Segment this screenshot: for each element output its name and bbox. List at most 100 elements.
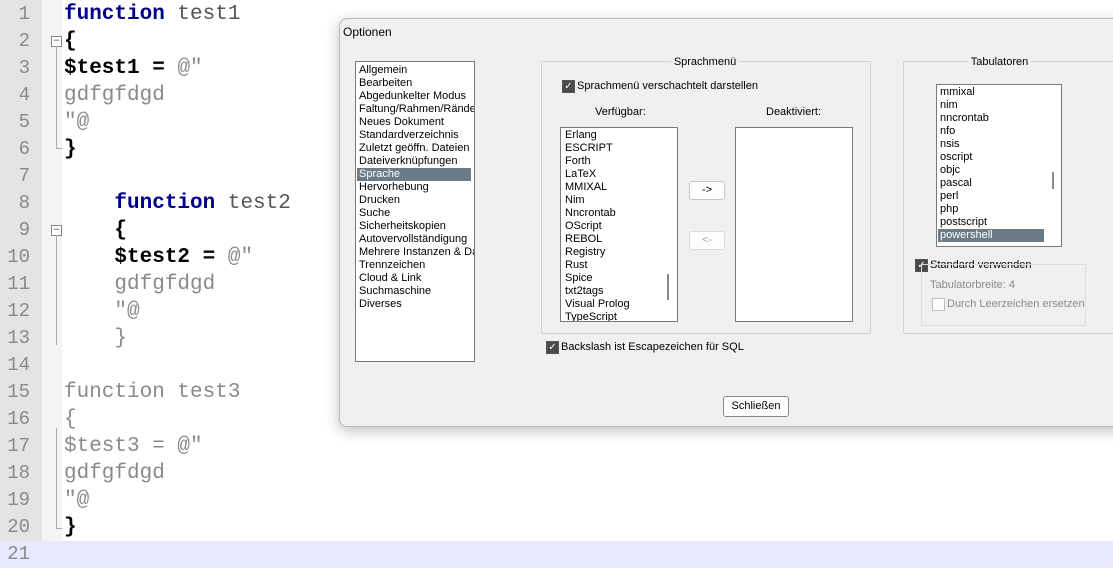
tabulators-group-title: Tabulatoren	[967, 56, 1032, 68]
backslash-escape-checkbox[interactable]: ✓	[546, 341, 559, 354]
tab-language-item[interactable]: mmixal	[938, 86, 1061, 99]
tab-language-item[interactable]: nfo	[938, 125, 1061, 138]
available-language-item[interactable]: Nncrontab	[563, 207, 677, 220]
available-language-item[interactable]: txt2tags	[563, 285, 677, 298]
dialog-title: Optionen	[343, 25, 392, 39]
tab-language-item[interactable]: pascal	[938, 177, 1061, 190]
fold-range-line	[56, 46, 57, 148]
line-number: 13	[7, 327, 30, 349]
code-text: {	[64, 28, 77, 55]
code-line[interactable]: 21	[0, 541, 1113, 568]
available-language-item[interactable]: Forth	[563, 155, 677, 168]
line-number: 9	[18, 219, 30, 241]
code-token: }	[64, 327, 128, 350]
category-list[interactable]: Allgemein Bearbeiten Abgedunkelter Modus Fa…	[355, 61, 475, 362]
available-language-item[interactable]: REBOL	[563, 233, 677, 246]
code-token: "@	[64, 489, 90, 512]
category-item[interactable]: Zuletzt geöffn. Dateien	[357, 142, 474, 155]
tab-language-item[interactable]: nncrontab	[938, 112, 1061, 125]
category-item[interactable]: Standardverzeichnis	[357, 129, 474, 142]
tab-language-item[interactable]: perl	[938, 190, 1061, 203]
category-item[interactable]: Sicherheitskopien	[357, 220, 474, 233]
code-token: @"	[227, 246, 254, 269]
scrollbar-thumb[interactable]	[1052, 172, 1054, 189]
available-language-item[interactable]: Spice	[563, 272, 677, 285]
category-item[interactable]: Mehrere Instanzen & Datum	[357, 246, 474, 259]
move-to-available-button[interactable]: <-	[689, 231, 725, 250]
code-line[interactable]: 20}	[0, 514, 1113, 541]
category-item[interactable]: Abgedunkelter Modus	[357, 90, 474, 103]
tab-language-item[interactable]: nim	[938, 99, 1061, 112]
category-item[interactable]: Sprache	[357, 168, 471, 181]
available-language-item[interactable]: OScript	[563, 220, 677, 233]
available-label: Verfügbar:	[595, 106, 646, 118]
code-token: }	[64, 138, 77, 161]
code-text: "@	[64, 487, 89, 514]
tab-language-item[interactable]: oscript	[938, 151, 1061, 164]
code-text: gdfgfdgd	[64, 271, 215, 298]
scrollbar-thumb[interactable]	[667, 274, 669, 300]
backslash-escape-label: Backslash ist Escapezeichen für SQL	[561, 341, 744, 353]
code-line[interactable]: 19 "@	[0, 487, 1113, 514]
category-item[interactable]: Autovervollständigung	[357, 233, 474, 246]
line-number: 3	[18, 57, 30, 79]
code-token: $test2	[64, 246, 191, 269]
category-item[interactable]: Neues Dokument	[357, 116, 474, 129]
code-token: @"	[177, 57, 203, 80]
category-item[interactable]: Trennzeichen	[357, 259, 474, 272]
tab-language-item[interactable]: postscript	[938, 216, 1061, 229]
line-number: 5	[18, 111, 30, 133]
line-number: 15	[7, 381, 30, 403]
close-button[interactable]: Schließen	[723, 396, 789, 417]
category-item[interactable]: Cloud & Link	[357, 272, 474, 285]
category-item[interactable]: Diverses	[357, 298, 474, 311]
code-text: function test1	[64, 1, 240, 28]
tab-language-item[interactable]: nsis	[938, 138, 1061, 151]
available-language-item[interactable]: Registry	[563, 246, 677, 259]
available-language-item[interactable]: MMIXAL	[563, 181, 677, 194]
available-language-item[interactable]: LaTeX	[563, 168, 677, 181]
category-item[interactable]: Bearbeiten	[357, 77, 474, 90]
code-token: $test1	[64, 57, 140, 80]
tab-language-item[interactable]: powershell	[938, 229, 1044, 242]
category-item[interactable]: Suchmaschine	[357, 285, 474, 298]
code-token: $test3 = @"	[64, 435, 203, 458]
available-language-item[interactable]: Erlang	[563, 129, 677, 142]
code-line[interactable]: 18 gdfgfdgd	[0, 460, 1113, 487]
category-item[interactable]: Drucken	[357, 194, 474, 207]
code-line[interactable]: 17 $test3 = @"	[0, 433, 1113, 460]
code-token: gdfgfdgd	[64, 462, 165, 485]
category-item[interactable]: Dateiverknüpfungen	[357, 155, 474, 168]
available-language-item[interactable]: Rust	[563, 259, 677, 272]
available-language-item[interactable]: ESCRIPT	[563, 142, 677, 155]
code-text: "@	[64, 109, 89, 136]
code-text: $test3 = @"	[64, 433, 203, 460]
deactivated-languages-list[interactable]	[735, 127, 853, 322]
tab-language-item[interactable]: php	[938, 203, 1061, 216]
replace-spaces-checkbox[interactable]: ✓	[932, 298, 945, 311]
line-number: 8	[18, 192, 30, 214]
available-languages-list[interactable]: Erlang ESCRIPT Forth LaTeX MMIXAL Nim Nncronta…	[560, 127, 678, 322]
available-language-item[interactable]: TypeScript	[563, 311, 677, 321]
line-number: 11	[7, 273, 30, 295]
code-token: }	[64, 516, 77, 539]
available-language-item[interactable]: Nim	[563, 194, 677, 207]
options-dialog: Optionen Allgemein Bearbeiten Abgedunkelte…	[339, 18, 1113, 427]
tab-language-list[interactable]: mmixal nim nncrontab nfo nsis oscript objc pasc…	[936, 84, 1062, 247]
nested-menu-checkbox[interactable]: ✓	[562, 80, 575, 93]
fold-range-line	[56, 235, 57, 345]
move-to-deactivated-button[interactable]: ->	[689, 181, 725, 200]
code-text: gdfgfdgd	[64, 460, 165, 487]
category-item[interactable]: Allgemein	[357, 64, 474, 77]
line-number: 12	[7, 300, 30, 322]
code-token: "@	[64, 111, 90, 134]
category-item[interactable]: Faltung/Rahmen/Ränder	[357, 103, 474, 116]
available-language-item[interactable]: Visual Prolog	[563, 298, 677, 311]
tab-language-item[interactable]: objc	[938, 164, 1061, 177]
code-token: {	[64, 219, 128, 242]
category-item[interactable]: Hervorhebung	[357, 181, 474, 194]
line-number: 14	[7, 354, 30, 376]
line-number: 19	[7, 489, 30, 511]
category-item[interactable]: Suche	[357, 207, 474, 220]
code-token: test1	[164, 3, 241, 26]
